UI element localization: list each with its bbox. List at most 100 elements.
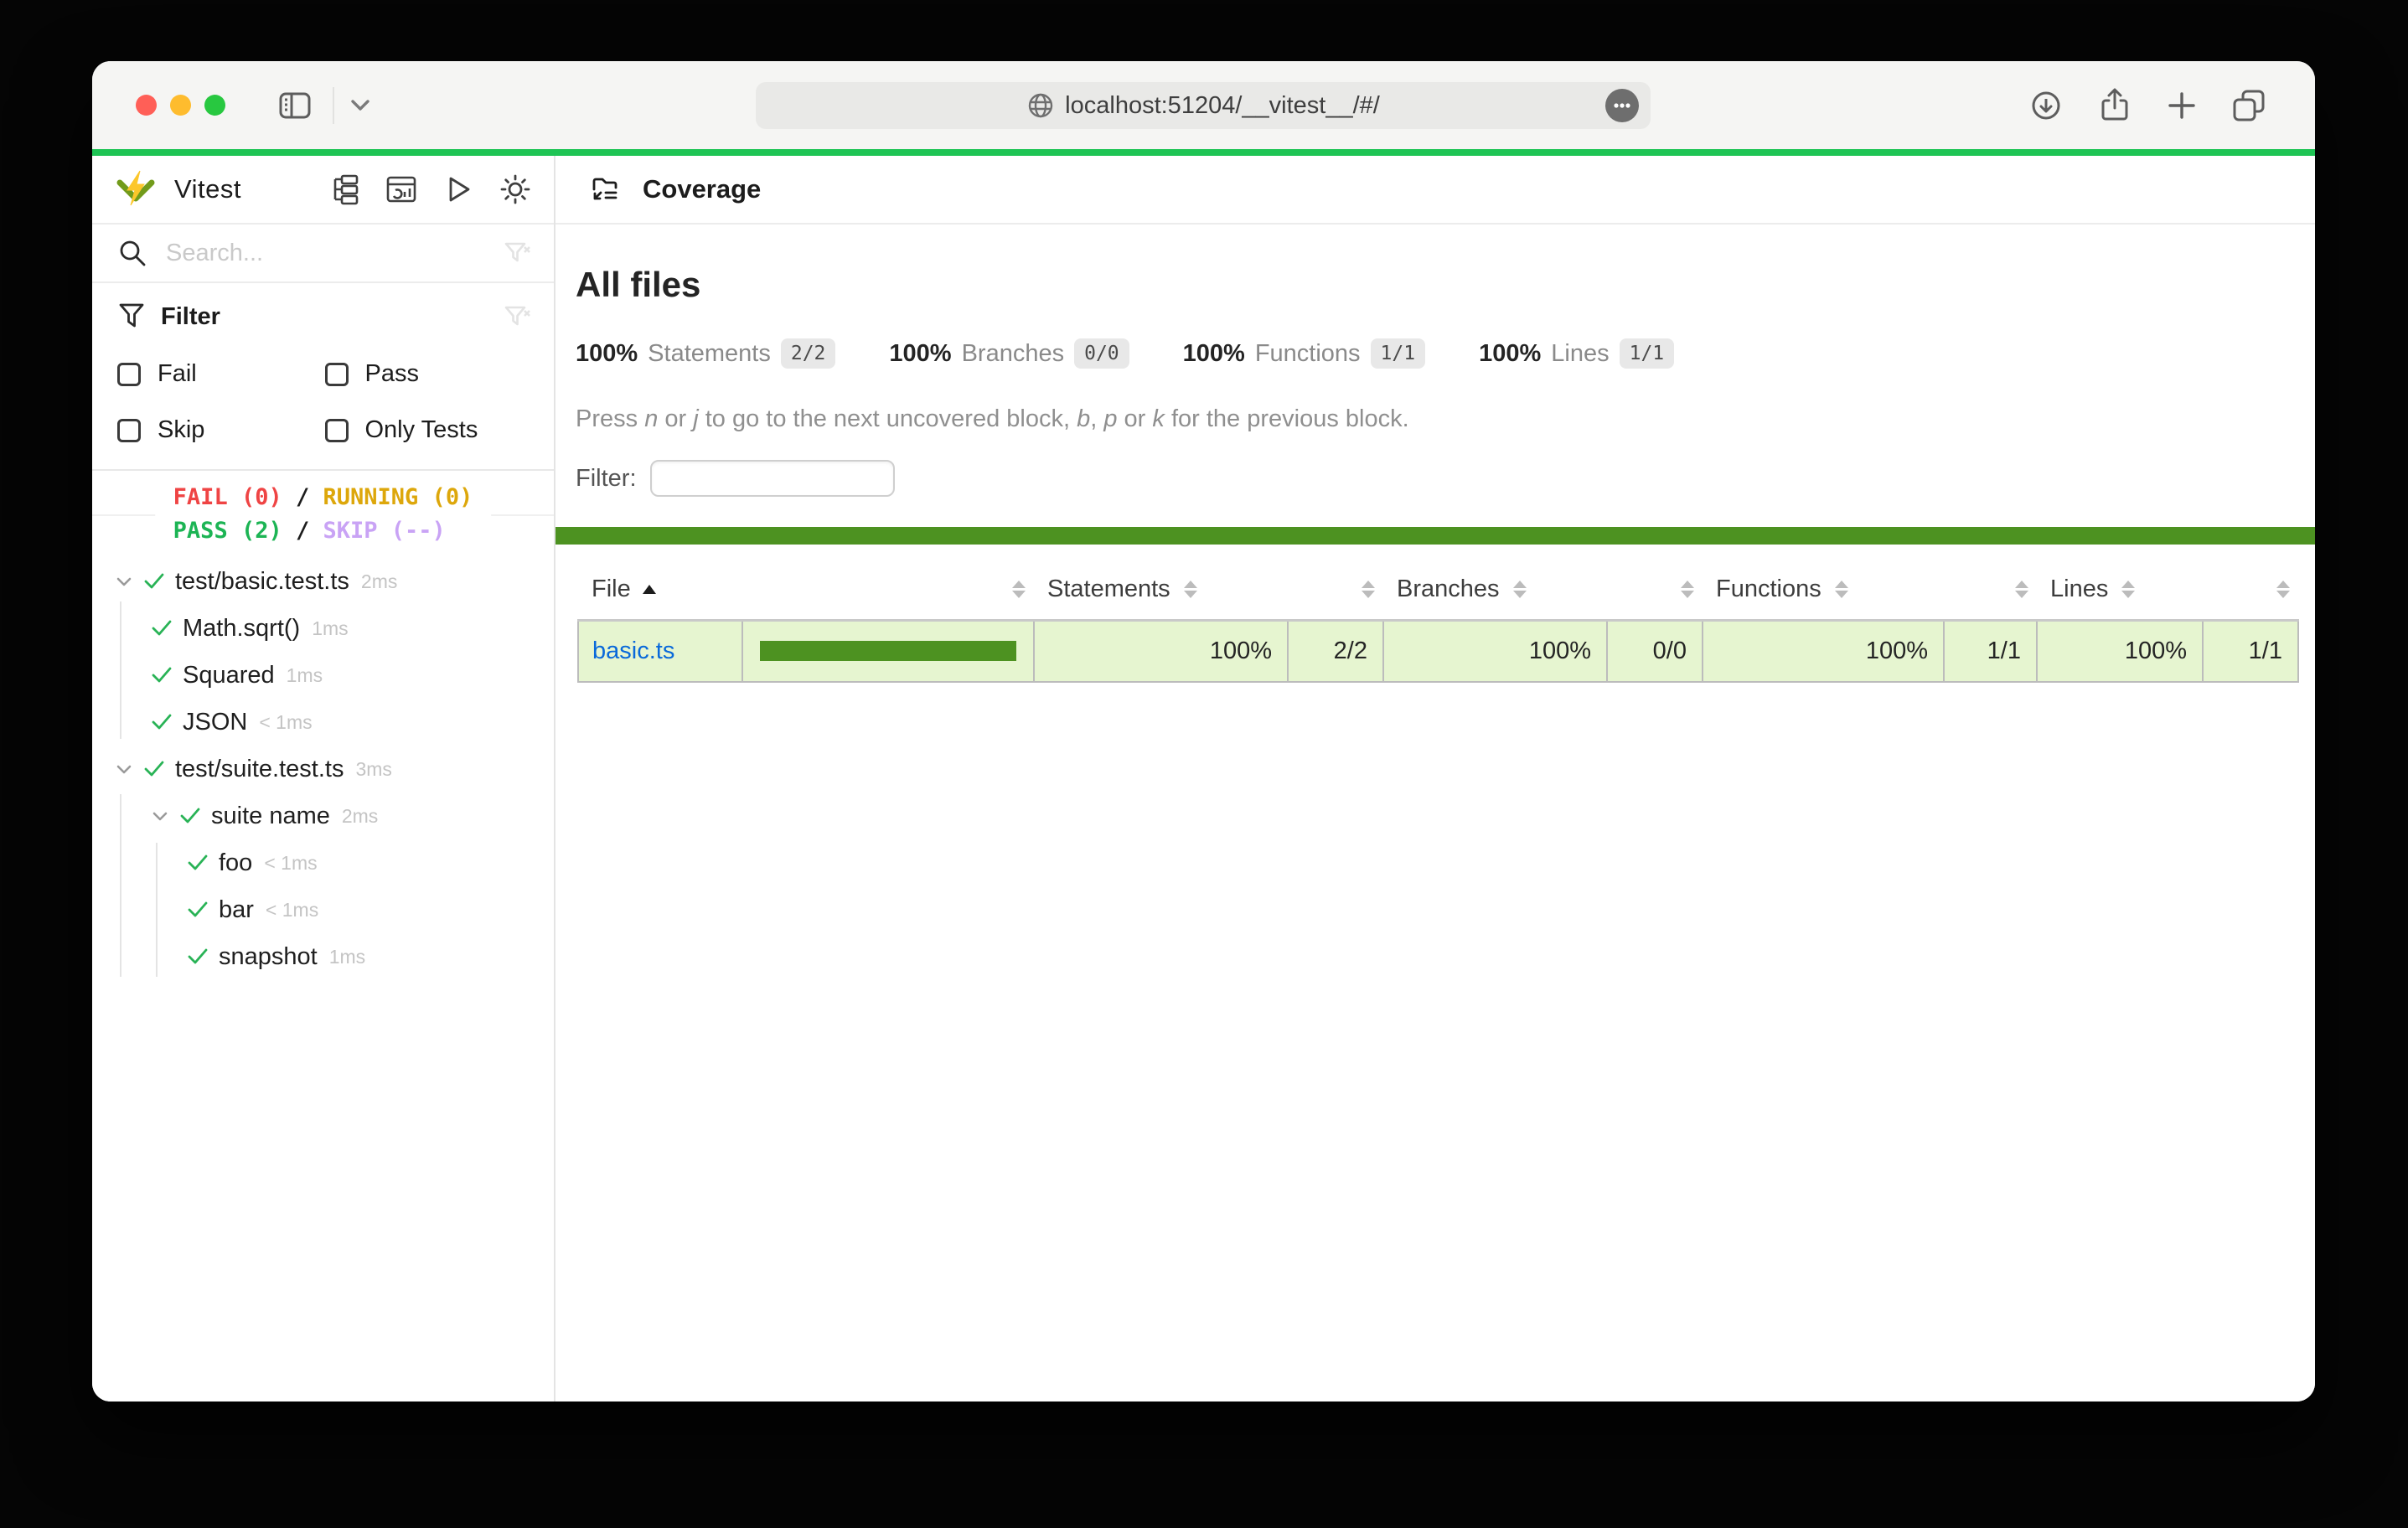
sort-icon[interactable] [2121, 581, 2135, 598]
checkbox[interactable] [325, 363, 349, 386]
sort-icon[interactable] [2015, 581, 2028, 598]
theme-toggle-sun-icon[interactable] [499, 173, 532, 206]
stat-percent: 100% [889, 340, 951, 368]
filter-checkbox-fail[interactable]: Fail [117, 360, 325, 388]
sort-icon[interactable] [1513, 581, 1527, 598]
column-header-file[interactable]: File [578, 560, 742, 620]
sidebar-menu-chevron-icon[interactable] [349, 98, 371, 113]
sort-icon[interactable] [1012, 581, 1026, 598]
coverage-filter-input[interactable] [650, 460, 895, 497]
sort-icon[interactable] [1362, 581, 1375, 598]
column-header-lines[interactable]: Lines [2037, 560, 2203, 620]
share-icon[interactable] [2095, 86, 2134, 125]
screenshot-background: localhost:51204/__vitest__/#/ [0, 0, 2408, 1528]
file-link[interactable]: basic.ts [592, 638, 674, 664]
clear-search-filter-icon[interactable] [502, 238, 532, 268]
functions-abs-cell: 1/1 [1944, 620, 2037, 682]
new-tab-icon[interactable] [2164, 88, 2199, 123]
downloads-icon[interactable] [2027, 86, 2065, 125]
sort-icon[interactable] [1835, 581, 1848, 598]
search-input[interactable] [166, 240, 502, 267]
vitest-logo-icon [116, 169, 156, 209]
chevron-down-icon[interactable] [113, 570, 135, 592]
tree-row-file[interactable]: test/basic.test.ts 2ms [92, 558, 554, 605]
sort-icon[interactable] [1184, 581, 1197, 598]
column-header-branches[interactable]: Branches [1383, 560, 1607, 620]
pass-check-icon [185, 897, 210, 922]
clear-filters-icon[interactable] [502, 302, 532, 332]
tree-row-test[interactable]: Math.sqrt() 1ms [92, 605, 554, 652]
sort-icon[interactable] [2276, 581, 2290, 598]
tree-row-test[interactable]: bar < 1ms [92, 886, 554, 933]
pass-check-icon [142, 569, 167, 594]
toolbar-right-actions [2027, 61, 2268, 149]
browser-sidebar-toggle-icon[interactable] [276, 89, 314, 122]
test-label: JSON [183, 709, 247, 736]
keyboard-hint: Press n or j to go to the next uncovered… [576, 405, 2315, 433]
pass-check-icon [142, 756, 167, 782]
test-label: test/suite.test.ts [175, 756, 344, 783]
sort-icon[interactable] [1681, 581, 1694, 598]
close-window-button[interactable] [136, 95, 157, 116]
stat-statements: 100% Statements 2/2 [576, 338, 835, 369]
column-header-statements[interactable]: Statements [1034, 560, 1288, 620]
filter-checkbox-only-tests[interactable]: Only Tests [325, 416, 533, 444]
pass-check-icon [185, 850, 210, 875]
table-row: basic.ts 100% 2/2 100% 0/0 100% 1/ [578, 620, 2298, 682]
lines-abs-cell: 1/1 [2203, 620, 2298, 682]
column-header-graph[interactable] [742, 560, 1034, 620]
column-header-branches-abs[interactable] [1607, 560, 1703, 620]
coverage-folder-icon [589, 173, 623, 206]
coverage-panel: Coverage All files 100% Statements 2/2 1… [555, 156, 2315, 1402]
file-cell: basic.ts [578, 620, 742, 682]
coverage-filter-label: Filter: [576, 465, 637, 493]
checkbox-label: Fail [158, 360, 197, 388]
tree-row-test[interactable]: Squared 1ms [92, 652, 554, 699]
coverage-status-bar [555, 527, 2315, 545]
stat-percent: 100% [1479, 340, 1541, 368]
search-icon [117, 238, 147, 268]
test-duration: < 1ms [266, 899, 318, 921]
tree-row-test[interactable]: snapshot 1ms [92, 933, 554, 980]
zoom-window-button[interactable] [204, 95, 225, 116]
column-header-functions-abs[interactable] [1944, 560, 2037, 620]
chevron-down-icon[interactable] [113, 758, 135, 780]
column-header-statements-abs[interactable] [1288, 560, 1383, 620]
dashboard-icon[interactable] [385, 173, 418, 206]
tree-row-file[interactable]: test/suite.test.ts 3ms [92, 746, 554, 792]
checkbox[interactable] [117, 363, 141, 386]
column-header-functions[interactable]: Functions [1703, 560, 1944, 620]
table-header-row: File Statements [578, 560, 2298, 620]
stat-functions: 100% Functions 1/1 [1183, 338, 1425, 369]
minimize-window-button[interactable] [170, 95, 191, 116]
column-header-lines-abs[interactable] [2203, 560, 2298, 620]
tree-row-suite[interactable]: suite name 2ms [92, 792, 554, 839]
checkbox[interactable] [325, 419, 349, 442]
tree-guide-line [120, 794, 121, 977]
sidebar-header: Vitest [92, 156, 554, 225]
stat-fraction-badge: 1/1 [1371, 338, 1426, 369]
stat-label: Lines [1551, 340, 1609, 368]
expand-tree-icon[interactable] [328, 173, 361, 206]
test-label: test/basic.test.ts [175, 568, 349, 596]
checkbox[interactable] [117, 419, 141, 442]
skip-count: SKIP (--) [323, 518, 446, 544]
run-all-icon[interactable] [442, 173, 475, 206]
address-bar[interactable]: localhost:51204/__vitest__/#/ [756, 82, 1651, 129]
test-label: suite name [211, 803, 330, 830]
lines-pct-cell: 100% [2037, 620, 2203, 682]
page-options-button[interactable] [1605, 89, 1639, 122]
fail-count: FAIL (0) [173, 484, 282, 510]
checkbox-label: Pass [365, 360, 419, 388]
stat-fraction-badge: 2/2 [781, 338, 836, 369]
filter-checkbox-pass[interactable]: Pass [325, 360, 533, 388]
tree-row-test[interactable]: JSON < 1ms [92, 699, 554, 746]
branches-pct-cell: 100% [1383, 620, 1607, 682]
checkbox-label: Only Tests [365, 416, 478, 444]
tree-row-test[interactable]: foo < 1ms [92, 839, 554, 886]
tab-overview-icon[interactable] [2230, 86, 2268, 125]
filter-checkbox-skip[interactable]: Skip [117, 416, 325, 444]
test-duration: 1ms [287, 664, 323, 687]
pass-count: PASS (2) [173, 518, 282, 544]
chevron-down-icon[interactable] [149, 805, 171, 827]
